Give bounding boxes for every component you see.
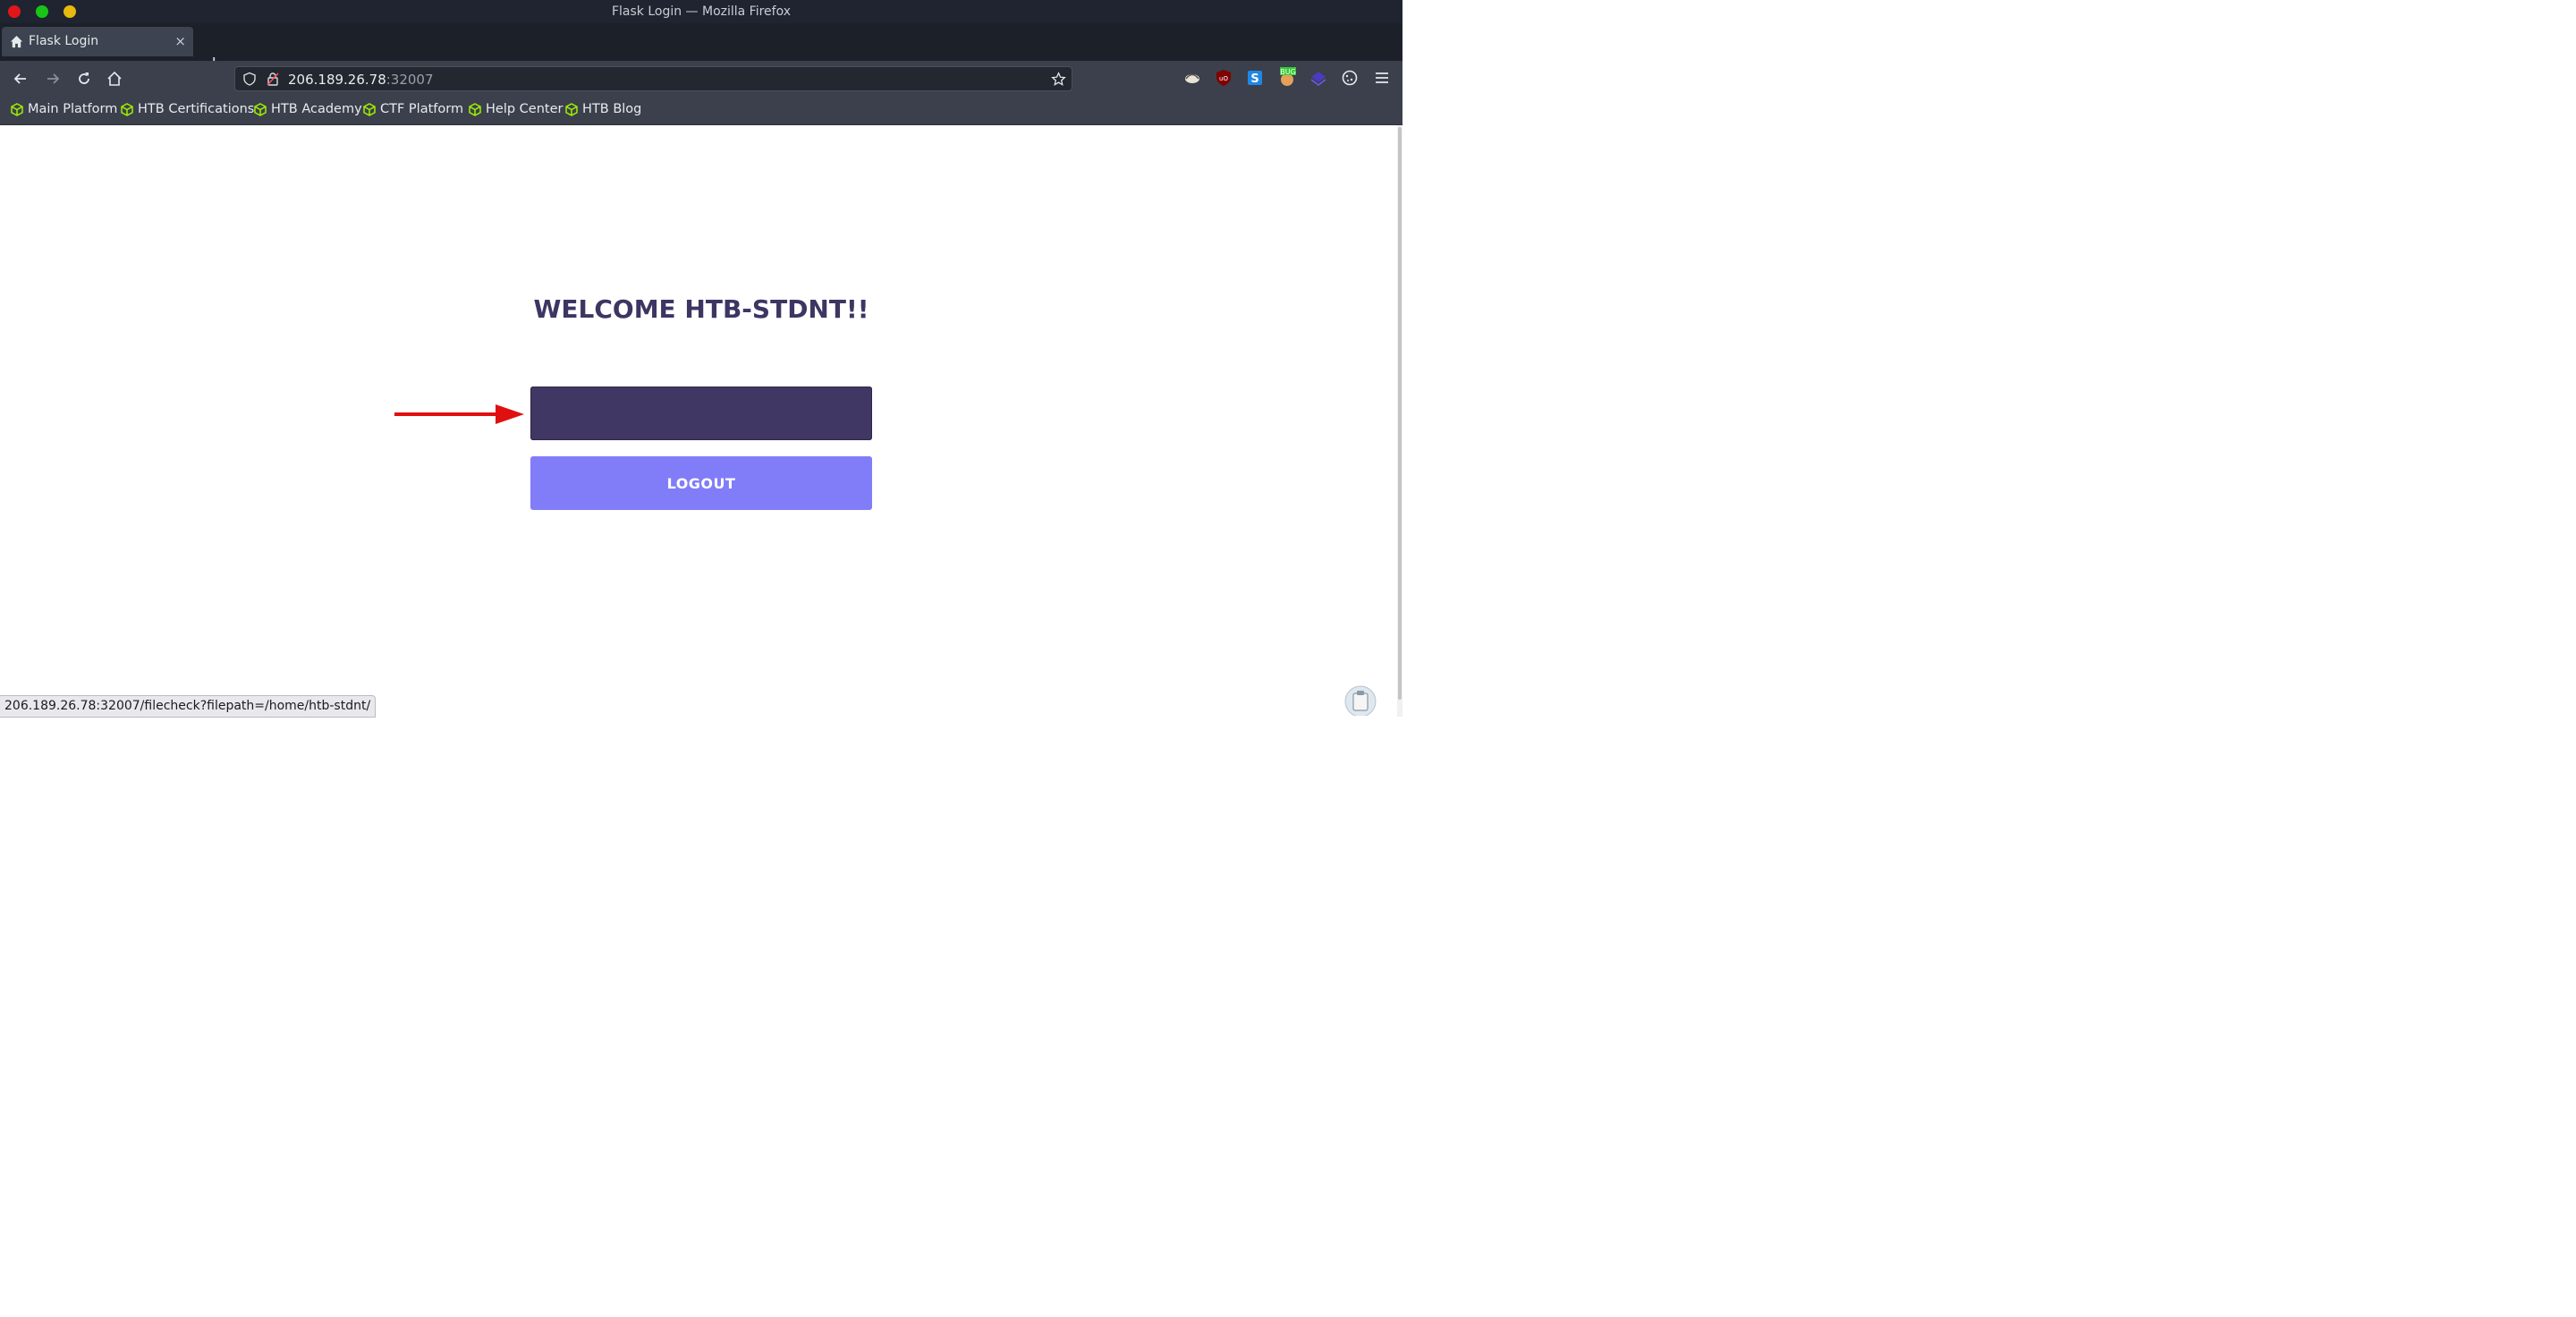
bookmark-label: Help Center — [486, 102, 564, 116]
close-tab-icon[interactable]: × — [174, 33, 186, 49]
bookmarks-bar: Main Platform HTB Certifications HTB Aca… — [0, 97, 1402, 125]
htb-cube-icon — [565, 102, 578, 116]
tab-flask-login[interactable]: Flask Login × — [2, 27, 193, 56]
bookmark-htb-blog[interactable]: HTB Blog — [565, 102, 641, 116]
shield-icon[interactable] — [242, 72, 257, 86]
file-check-button[interactable] — [530, 387, 872, 440]
page-heading: WELCOME HTB-STDNT!! — [533, 294, 869, 324]
bug-extension-icon[interactable]: BUG — [1277, 66, 1297, 88]
bookmark-label: HTB Academy — [271, 102, 362, 116]
svg-text:uO: uO — [1219, 75, 1228, 82]
home-icon — [10, 35, 23, 48]
stack-extension-icon[interactable] — [1309, 69, 1327, 87]
insecure-lock-icon[interactable] — [266, 72, 280, 86]
bookmark-htb-certifications[interactable]: HTB Certifications — [121, 102, 254, 116]
window-titlebar: Flask Login — Mozilla Firefox — [0, 0, 1402, 23]
tab-strip: Flask Login × + — [0, 23, 1402, 75]
star-icon[interactable] — [1051, 72, 1066, 87]
bookmark-main-platform[interactable]: Main Platform — [11, 102, 117, 116]
htb-cube-icon — [469, 102, 481, 116]
ublock-icon[interactable]: uO — [1215, 69, 1233, 87]
logout-button[interactable]: LOGOUT — [530, 456, 872, 510]
htb-cube-icon — [121, 102, 133, 116]
clipboard-icon[interactable] — [1344, 685, 1377, 716]
bookmark-label: HTB Blog — [582, 102, 642, 116]
nav-bar: 206.189.26.78:32007 uO S BUG — [0, 61, 1402, 97]
reload-icon[interactable] — [75, 70, 93, 88]
url-host: 206.189.26.78 — [288, 72, 386, 88]
svg-text:S: S — [1250, 72, 1258, 86]
url-bar[interactable]: 206.189.26.78:32007 — [234, 66, 1072, 91]
link-status-bar: 206.189.26.78:32007/filecheck?filepath=/… — [0, 695, 377, 718]
annotation-arrow-icon — [394, 404, 524, 424]
bookmark-label: CTF Platform — [380, 102, 464, 116]
htb-cube-icon — [11, 102, 23, 116]
cookie-icon[interactable] — [1341, 69, 1359, 87]
s-extension-icon[interactable]: S — [1246, 69, 1264, 87]
forward-icon[interactable] — [44, 70, 62, 88]
extension-1-icon[interactable] — [1183, 69, 1201, 87]
url-text[interactable]: 206.189.26.78:32007 — [288, 72, 434, 88]
url-port: :32007 — [386, 72, 434, 88]
home-icon[interactable] — [106, 70, 123, 88]
htb-cube-icon — [363, 102, 376, 116]
svg-text:BUG: BUG — [1280, 68, 1296, 76]
back-icon[interactable] — [12, 70, 30, 88]
tab-label: Flask Login — [29, 34, 99, 48]
window-title: Flask Login — Mozilla Firefox — [611, 4, 792, 19]
bookmark-htb-academy[interactable]: HTB Academy — [254, 102, 362, 116]
bookmark-help-center[interactable]: Help Center — [469, 102, 563, 116]
bookmark-label: HTB Certifications — [138, 102, 255, 116]
menu-icon[interactable] — [1373, 69, 1391, 87]
htb-cube-icon — [254, 102, 267, 116]
scrollbar-thumb[interactable] — [1398, 127, 1402, 700]
bookmark-label: Main Platform — [28, 102, 118, 116]
bookmark-ctf-platform[interactable]: CTF Platform — [363, 102, 463, 116]
